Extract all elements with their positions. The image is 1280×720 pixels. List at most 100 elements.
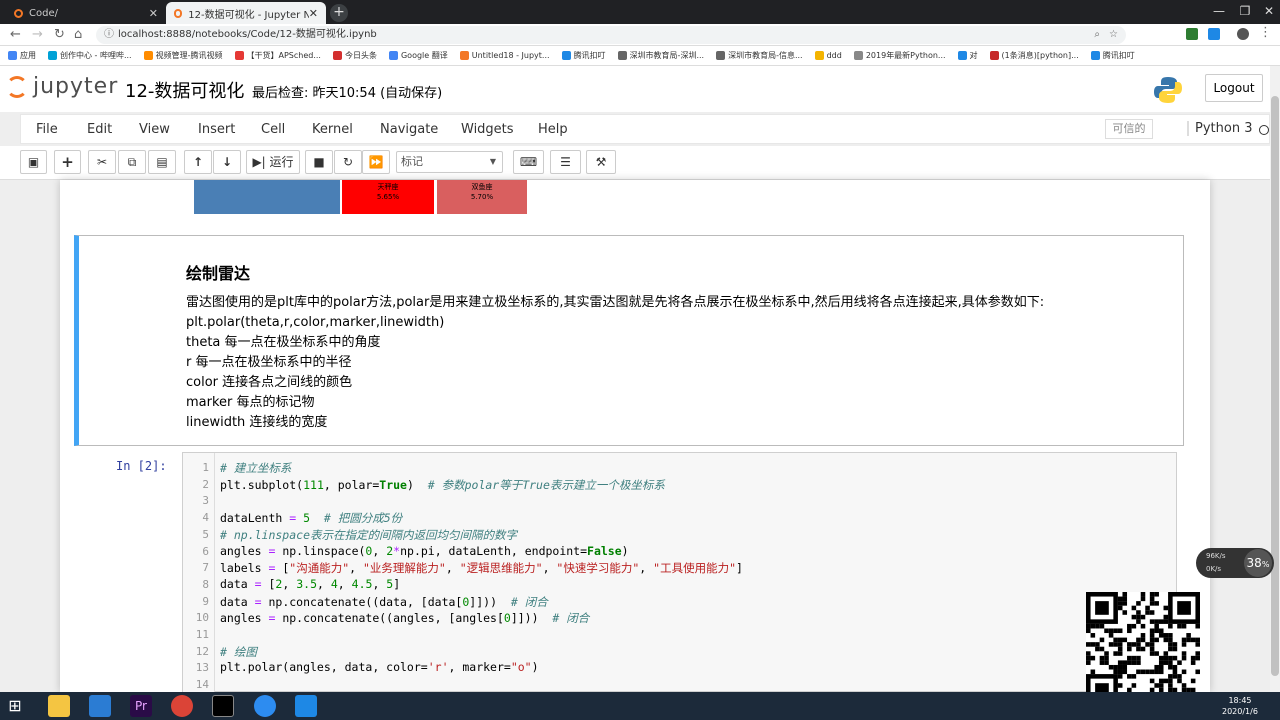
paste-button[interactable]: ▤: [148, 150, 176, 174]
notebook-toolbar: ▣ + ✂ ⧉ ▤ ↑ ↓ ▶| 运行 ■ ↻ ⏩ 标记 ▼ ⌨ ☰ ⚒: [0, 146, 1270, 180]
bookmark-item[interactable]: Untitled18 - Jupyt...: [459, 51, 550, 60]
cut-button[interactable]: ✂: [88, 150, 116, 174]
code-cell-editor[interactable]: 1 2 3 4 5 6 7 8 9 10 11 12 13 14 # 建立坐标系 plt.subplot(1…: [182, 452, 1177, 693]
bookmark-item[interactable]: 腾讯扣叮: [1090, 50, 1135, 61]
markdown-line: theta 每一点在极坐标系中的角度: [186, 335, 381, 350]
terminal-icon[interactable]: [212, 695, 234, 717]
more-icon[interactable]: ⋮: [1259, 25, 1272, 40]
file-explorer-icon[interactable]: [48, 695, 70, 717]
bookmark-item[interactable]: 对: [957, 50, 978, 61]
bookmark-item[interactable]: 今日头条: [332, 50, 377, 61]
url-text: localhost:8888/notebooks/Code/12-数据可视化.i…: [118, 29, 377, 40]
save-icon: ▣: [27, 155, 40, 169]
network-speed-widget[interactable]: 96K/s 0K/s 38%: [1196, 548, 1274, 578]
code-line: plt.subplot(111, polar=True) # 参数polar等于…: [220, 477, 665, 492]
close-icon[interactable]: ✕: [149, 7, 158, 20]
menu-cell[interactable]: Cell: [261, 122, 285, 137]
menu-edit[interactable]: Edit: [87, 122, 112, 137]
back-icon[interactable]: ←: [10, 27, 21, 42]
markdown-line: 雷达图使用的是plt库中的polar方法,polar是用来建立极坐标系的,其实雷…: [186, 295, 1045, 310]
menu-kernel[interactable]: Kernel: [312, 122, 353, 137]
markdown-line: plt.polar(theta,r,color,marker,linewidth…: [186, 315, 445, 330]
bookmark-item[interactable]: 深圳市教育局-深圳...: [617, 50, 704, 61]
cell-type-select[interactable]: 标记 ▼: [396, 151, 503, 173]
bookmarks-bar: 应用 创作中心 - 哔哩哔... 视频管理-腾讯视频 【干货】APSched..…: [0, 46, 1280, 66]
run-label: 运行: [269, 155, 294, 169]
extension-shield-icon[interactable]: [1208, 28, 1220, 40]
menu-navigate[interactable]: Navigate: [380, 122, 438, 137]
move-up-button[interactable]: ↑: [184, 150, 212, 174]
home-icon[interactable]: ⌂: [74, 27, 82, 42]
tab-favicon-icon: [14, 8, 23, 18]
profile-icon[interactable]: [1237, 28, 1249, 40]
markdown-cell[interactable]: 绘制雷达 雷达图使用的是plt库中的polar方法,polar是用来建立极坐标系…: [74, 235, 1184, 446]
bookmark-icon: [48, 51, 57, 60]
new-tab-button[interactable]: +: [330, 4, 348, 22]
bookmark-item[interactable]: 深圳市教育局-信息...: [716, 50, 803, 61]
chrome-icon[interactable]: [171, 695, 193, 717]
restart-button[interactable]: ↻: [334, 150, 362, 174]
tab-code[interactable]: Code/ ✕: [6, 2, 166, 24]
premiere-icon[interactable]: Pr: [130, 695, 152, 717]
bookmark-item[interactable]: 2019年最新Python...: [853, 50, 946, 61]
bookmark-item[interactable]: 【干货】APSched...: [234, 50, 321, 61]
bookmark-item[interactable]: 视频管理-腾讯视频: [143, 50, 223, 61]
jupyter-logo[interactable]: jupyter: [6, 74, 118, 99]
bookmark-item[interactable]: 应用: [8, 50, 36, 61]
bookmark-icon: [716, 51, 726, 60]
copy-icon: ⧉: [127, 155, 137, 169]
menu-widgets[interactable]: Widgets: [461, 122, 514, 137]
scrollbar-thumb[interactable]: [1271, 96, 1279, 676]
kernel-name: Python 3: [1187, 121, 1252, 136]
windows-start-icon[interactable]: ⊞: [4, 695, 26, 717]
cell-toolbar-button[interactable]: ☰: [550, 150, 581, 174]
bookmark-item[interactable]: ddd: [814, 51, 842, 60]
vscode-icon[interactable]: [89, 695, 111, 717]
restart-run-all-button[interactable]: ⏩: [362, 150, 390, 174]
tab-notebook[interactable]: 12-数据可视化 - Jupyter Notel ✕: [166, 2, 326, 24]
bookmark-item[interactable]: 腾讯扣叮: [561, 50, 606, 61]
star-icon[interactable]: ☆: [1109, 26, 1118, 44]
paste-icon: ▤: [156, 155, 168, 169]
interrupt-button[interactable]: ■: [305, 150, 333, 174]
taskbar-clock[interactable]: 18:45 2020/1/6: [1222, 695, 1258, 717]
notebook-title[interactable]: 12-数据可视化: [125, 77, 244, 103]
bookmark-item[interactable]: Google 翻译: [388, 50, 448, 61]
line-number-gutter: 1 2 3 4 5 6 7 8 9 10 11 12 13 14: [183, 453, 215, 693]
scrollbar[interactable]: [1270, 66, 1280, 692]
bookmark-item[interactable]: (1条消息)[python]...: [989, 50, 1079, 61]
copy-button[interactable]: ⧉: [118, 150, 146, 174]
extension-grid-icon[interactable]: [1186, 28, 1198, 40]
line-number: 11: [195, 628, 209, 641]
checkpoint-status: 最后检查: 昨天10:54 (自动保存): [252, 86, 443, 101]
trusted-indicator[interactable]: 可信的: [1105, 119, 1153, 139]
feather-app-icon[interactable]: [254, 695, 276, 717]
logout-button[interactable]: Logout: [1205, 74, 1263, 102]
code-line: dataLenth = 5 # 把圆分成5份: [220, 511, 403, 526]
bar-value: 5.70%: [470, 193, 494, 201]
menu-file[interactable]: File: [36, 122, 58, 137]
window-close-button[interactable]: ✕: [1254, 0, 1280, 22]
insert-cell-button[interactable]: +: [54, 150, 81, 174]
command-palette-button[interactable]: ⌨: [513, 150, 544, 174]
forward-icon[interactable]: →: [32, 27, 43, 42]
screen-recorder-icon[interactable]: [295, 695, 317, 717]
stop-icon: ■: [313, 155, 325, 169]
menu-insert[interactable]: Insert: [198, 122, 235, 137]
run-button[interactable]: ▶| 运行: [246, 150, 300, 174]
markdown-line: color 连接各点之间线的颜色: [186, 375, 353, 390]
zoom-icon[interactable]: ⌕: [1094, 26, 1100, 44]
close-icon[interactable]: ✕: [309, 7, 318, 20]
bookmark-icon: [234, 51, 244, 60]
bookmark-item[interactable]: 创作中心 - 哔哩哔...: [48, 50, 132, 61]
save-button[interactable]: ▣: [20, 150, 47, 174]
reload-icon[interactable]: ↻: [54, 27, 65, 42]
menu-help[interactable]: Help: [538, 122, 568, 137]
menu-view[interactable]: View: [139, 122, 170, 137]
url-input[interactable]: ⓘ localhost:8888/notebooks/Code/12-数据可视化.…: [96, 26, 1126, 44]
line-number: 5: [202, 527, 209, 541]
move-down-button[interactable]: ↓: [213, 150, 241, 174]
qr-code-image: [1086, 592, 1200, 706]
extensions-button[interactable]: ⚒: [586, 150, 616, 174]
upload-speed: 96K/s: [1206, 552, 1226, 560]
